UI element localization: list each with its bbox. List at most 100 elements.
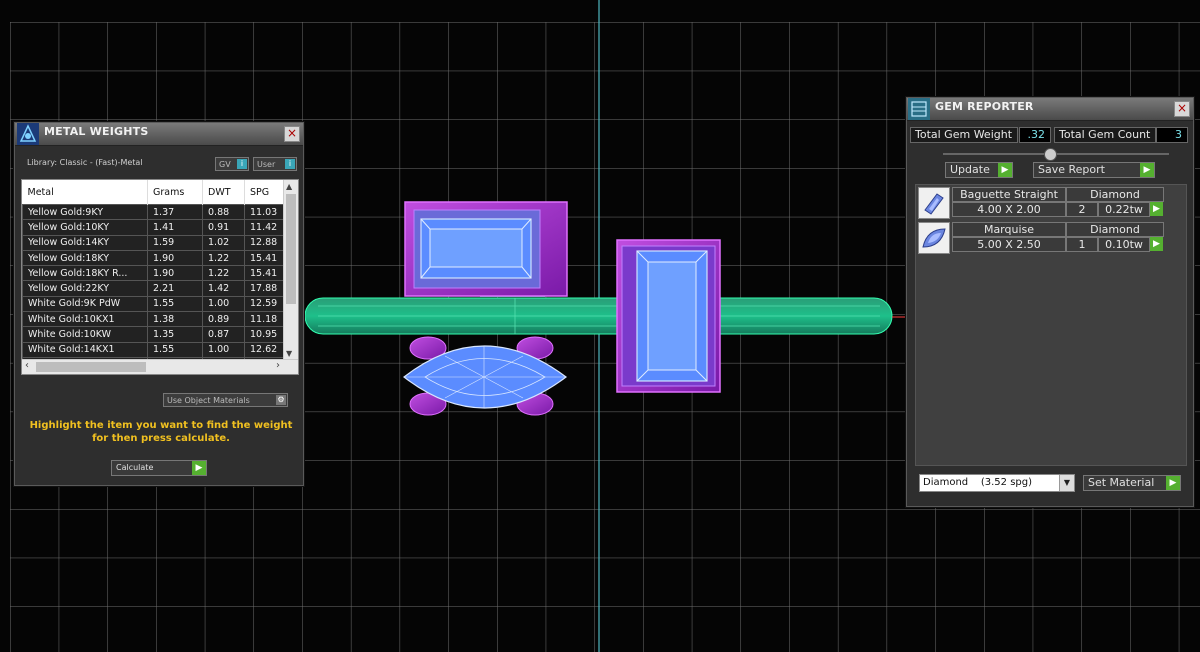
- set-material-label: Set Material: [1088, 476, 1155, 489]
- spg-value: 10.95: [244, 326, 285, 343]
- baguette-setting-left[interactable]: [404, 201, 568, 297]
- scroll-left-icon[interactable]: ‹: [25, 360, 29, 371]
- dwt-value: 1.00: [202, 341, 245, 358]
- gem-reporter-panel: GEM REPORTER × Total Gem Weight .32 Tota…: [906, 97, 1194, 507]
- table-row[interactable]: Yellow Gold:22KY 2.21 1.42 17.88: [22, 280, 285, 297]
- dwt-value: 1.00: [202, 295, 245, 313]
- metal-weights-app-icon: [17, 123, 39, 145]
- gear-icon: ⚙: [276, 395, 286, 405]
- calculate-button[interactable]: Calculate ▶: [111, 460, 207, 476]
- dwt-value: 1.22: [202, 265, 245, 282]
- gem-count: 2: [1066, 202, 1098, 217]
- gem-size: 4.00 X 2.00: [952, 202, 1066, 217]
- scroll-right-icon[interactable]: ›: [276, 360, 280, 371]
- col-header-metal[interactable]: Metal: [22, 180, 148, 205]
- grams-value: 1.55: [147, 341, 203, 358]
- material-select[interactable]: Diamond (3.52 spg) ▼: [919, 474, 1075, 492]
- table-row[interactable]: Yellow Gold:9KY 1.37 0.88 11.03: [22, 203, 285, 221]
- dwt-value: 1.22: [202, 249, 245, 267]
- gem-list[interactable]: Baguette Straight Diamond 4.00 X 2.00 2 …: [915, 184, 1187, 466]
- spg-value: 11.42: [244, 219, 285, 236]
- col-header-dwt[interactable]: DWT: [202, 180, 245, 205]
- gem-row[interactable]: Marquise Diamond 5.00 X 2.50 1 0.10tw ▶: [918, 222, 1170, 254]
- gem-row-play-icon[interactable]: ▶: [1150, 237, 1163, 251]
- metal-weights-panel: METAL WEIGHTS × Library: Classic - (Fast…: [14, 122, 304, 486]
- total-gem-count-value: 3: [1156, 127, 1188, 143]
- table-row[interactable]: Yellow Gold:10KY 1.41 0.91 11.42: [22, 219, 285, 236]
- user-info-icon: i: [285, 159, 295, 169]
- metal-table[interactable]: Metal Grams DWT SPG Yellow Gold:9KY 1.37 0…: [21, 179, 299, 375]
- gv-toggle[interactable]: GV i: [215, 157, 249, 171]
- table-row[interactable]: Yellow Gold:18KY 1.90 1.22 15.41: [22, 249, 285, 267]
- gem-row[interactable]: Baguette Straight Diamond 4.00 X 2.00 2 …: [918, 187, 1170, 219]
- col-header-spg[interactable]: SPG: [244, 180, 285, 205]
- h-scroll-thumb[interactable]: [36, 362, 146, 372]
- gem-reporter-app-icon: [908, 98, 930, 120]
- update-button[interactable]: Update ▶: [945, 162, 1013, 178]
- save-report-button[interactable]: Save Report ▶: [1033, 162, 1155, 178]
- grams-value: 2.21: [147, 280, 203, 297]
- scroll-up-icon[interactable]: ▲: [286, 182, 292, 191]
- scroll-thumb[interactable]: [286, 194, 296, 304]
- grams-value: 1.90: [147, 249, 203, 267]
- grams-value: 1.59: [147, 234, 203, 251]
- user-toggle[interactable]: User i: [253, 157, 297, 171]
- calculate-label: Calculate: [116, 463, 154, 472]
- grams-value: 1.41: [147, 219, 203, 236]
- update-label: Update: [950, 163, 990, 176]
- spg-value: 12.59: [244, 295, 285, 313]
- total-gem-weight-label: Total Gem Weight: [910, 127, 1018, 143]
- metal-name: White Gold:9K PdW: [22, 295, 148, 313]
- play-icon: ▶: [998, 163, 1012, 177]
- gem-reporter-titlebar[interactable]: GEM REPORTER ×: [907, 98, 1193, 121]
- metal-name: Yellow Gold:22KY: [22, 280, 148, 297]
- baguette-setting-right[interactable]: [616, 239, 721, 393]
- table-vertical-scrollbar[interactable]: ▲ ▼: [283, 180, 298, 360]
- grams-value: 1.35: [147, 326, 203, 343]
- table-row[interactable]: White Gold:10KX1 1.38 0.89 11.18: [22, 311, 285, 328]
- grams-value: 1.90: [147, 265, 203, 282]
- user-label: User: [257, 160, 276, 169]
- gem-reporter-slider-knob[interactable]: [1044, 148, 1057, 161]
- metal-name: Yellow Gold:14KY: [22, 234, 148, 251]
- col-header-grams[interactable]: Grams: [147, 180, 203, 205]
- metal-name: Yellow Gold:10KY: [22, 219, 148, 236]
- grams-value: 1.38: [147, 311, 203, 328]
- table-row[interactable]: Yellow Gold:18KY R... 1.90 1.22 15.41: [22, 265, 285, 282]
- metal-weights-title: METAL WEIGHTS: [44, 125, 149, 138]
- table-horizontal-scrollbar[interactable]: ‹ ›: [22, 359, 298, 374]
- spg-value: 11.18: [244, 311, 285, 328]
- set-material-button[interactable]: Set Material ▶: [1083, 475, 1181, 491]
- spg-value: 12.62: [244, 341, 285, 358]
- scroll-down-icon[interactable]: ▼: [286, 349, 292, 358]
- metal-name: Yellow Gold:18KY: [22, 249, 148, 267]
- marquise-setting[interactable]: [403, 336, 567, 416]
- gem-row-play-icon[interactable]: ▶: [1150, 202, 1163, 216]
- close-icon[interactable]: ×: [1174, 101, 1190, 117]
- table-row[interactable]: Yellow Gold:14KY 1.59 1.02 12.88: [22, 234, 285, 251]
- library-label: Library: Classic - (Fast)-Metal: [27, 158, 143, 167]
- total-gem-count-label: Total Gem Count: [1054, 127, 1156, 143]
- spg-value: 11.03: [244, 203, 285, 221]
- play-icon: ▶: [192, 461, 206, 475]
- gv-label: GV: [219, 160, 231, 169]
- table-row[interactable]: White Gold:9K PdW 1.55 1.00 12.59: [22, 295, 285, 313]
- table-row[interactable]: White Gold:14KX1 1.55 1.00 12.62: [22, 341, 285, 358]
- spg-value: 12.88: [244, 234, 285, 251]
- gv-info-icon: i: [237, 159, 247, 169]
- metal-weights-titlebar[interactable]: METAL WEIGHTS ×: [15, 123, 303, 146]
- chevron-down-icon[interactable]: ▼: [1059, 475, 1074, 491]
- ring-band[interactable]: [304, 291, 905, 335]
- metal-name: Yellow Gold:9KY: [22, 203, 148, 221]
- dwt-value: 0.89: [202, 311, 245, 328]
- table-row[interactable]: White Gold:10KW 1.35 0.87 10.95: [22, 326, 285, 343]
- use-object-materials-button[interactable]: Use Object Materials ⚙: [163, 393, 288, 407]
- metal-name: Yellow Gold:18KY R...: [22, 265, 148, 282]
- close-icon[interactable]: ×: [284, 126, 300, 142]
- dwt-value: 1.42: [202, 280, 245, 297]
- spg-value: 17.88: [244, 280, 285, 297]
- metal-table-header: Metal Grams DWT SPG: [22, 180, 285, 205]
- dwt-value: 1.02: [202, 234, 245, 251]
- calculate-hint: Highlight the item you want to find the …: [29, 420, 293, 444]
- gem-weight: 0.22tw: [1098, 202, 1150, 217]
